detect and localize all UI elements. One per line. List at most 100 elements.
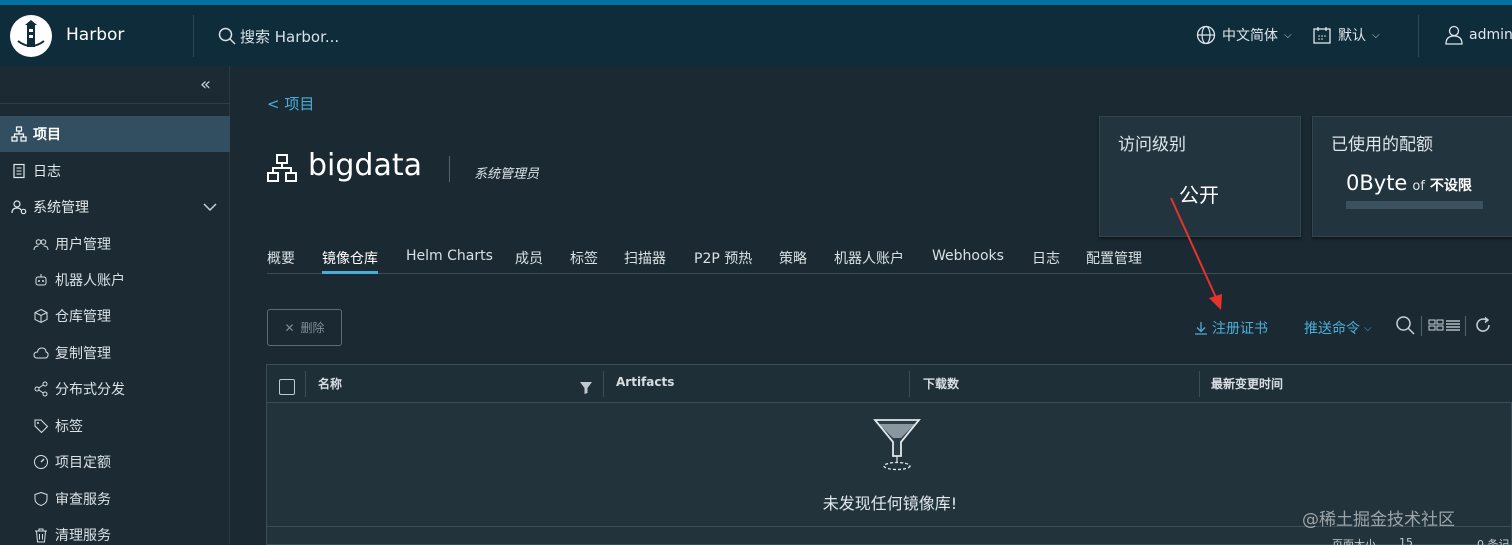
access-level-label: 访问级别 [1118,135,1186,155]
tab-labels[interactable]: 标签 [570,248,598,274]
column-downloads[interactable]: 下载数 [923,375,959,392]
tab-configuration[interactable]: 配置管理 [1086,248,1142,274]
quota-card: 已使用的配额 0Byte of 不设限 [1312,116,1512,237]
watermark: @稀土掘金技术社区 [1302,510,1455,530]
access-level-value: 公开 [1179,183,1219,207]
tab-helm-charts[interactable]: Helm Charts [406,248,493,274]
trash-icon [33,527,49,543]
gauge-icon [33,454,49,470]
user-menu[interactable]: admin [1445,22,1512,48]
column-divider [603,371,604,397]
sidebar-item-distribution[interactable]: 分布式分发 [0,371,230,407]
sidebar-item-project-quotas[interactable]: 项目定额 [0,444,230,480]
tag-icon [33,418,49,434]
column-divider [909,371,910,397]
sidebar-item-labels[interactable]: 标签 [0,408,230,444]
sidebar-item-label: 日志 [33,164,61,180]
refresh-icon[interactable] [1473,315,1493,339]
register-certificate-label: 注册证书 [1212,321,1268,337]
title-divider [449,156,450,182]
column-name[interactable]: 名称 [318,375,342,392]
delete-button[interactable]: ✕ 删除 [267,309,342,346]
box-icon [33,308,49,324]
tab-repositories[interactable]: 镜像仓库 [322,248,378,274]
select-all-checkbox[interactable] [279,379,295,395]
collapse-sidebar-icon[interactable]: « [200,74,211,95]
sidebar-item-label: 清理服务 [55,528,111,544]
empty-funnel-icon [873,418,921,478]
quota-value: 0Byte of 不设限 [1346,171,1472,195]
table-header: 名称 Artifacts 下载数 最新变更时间 [267,365,1512,403]
sidebar-item-interrogation[interactable]: 审查服务 [0,481,230,517]
chevron-down-icon: ⌵ [1284,29,1292,41]
quota-label: 已使用的配额 [1331,135,1433,155]
column-divider [305,371,306,397]
sidebar-item-label: 项目定额 [55,455,111,471]
filter-icon[interactable] [580,379,592,398]
tab-policy[interactable]: 策略 [779,248,807,274]
sidebar-item-projects[interactable]: 项目 [0,116,230,152]
brand-name[interactable]: Harbor [66,25,124,45]
list-view-icon[interactable] [1445,315,1461,339]
chevron-down-icon [202,199,218,219]
header-divider [193,15,194,57]
tab-robot-accounts[interactable]: 机器人账户 [834,248,904,274]
tab-p2p-preheat[interactable]: P2P 预热 [694,248,752,274]
main-content: < 项目 bigdata 系统管理员 访问级别 公开 已使用的配额 0Byte … [231,66,1512,545]
tab-logs[interactable]: 日志 [1032,248,1060,274]
sidebar: « 项目 日志 系统管理 用户管理 机器人账户 仓库管理 复制管理 分布式分发 … [0,66,230,545]
sidebar-item-cleanup[interactable]: 清理服务 [0,517,230,545]
log-icon [11,163,27,179]
language-selector[interactable]: 中文简体 ⌵ [1196,22,1292,48]
search-icon[interactable] [1395,315,1415,339]
tab-summary[interactable]: 概要 [267,248,295,274]
register-certificate-button[interactable]: 注册证书 [1194,318,1268,338]
card-view-icon[interactable] [1428,315,1444,339]
header-divider [1418,15,1419,57]
calendar-icon [1313,27,1331,44]
sidebar-item-label: 审查服务 [55,492,111,508]
sidebar-item-admin[interactable]: 系统管理 [0,189,230,225]
tab-webhooks[interactable]: Webhooks [932,248,1004,274]
global-search[interactable]: 搜索 Harbor... [218,24,339,48]
access-level-card: 访问级别 公开 [1099,116,1301,237]
theme-label: 默认 [1338,28,1366,44]
column-last-modified[interactable]: 最新变更时间 [1211,375,1283,392]
sidebar-item-label: 系统管理 [33,200,89,216]
sidebar-item-label: 项目 [33,127,61,143]
search-placeholder: 搜索 Harbor... [240,27,340,46]
chevron-down-icon: ⌵ [1372,29,1380,41]
theme-selector[interactable]: 默认 ⌵ [1312,22,1380,48]
shield-icon [33,491,49,507]
sidebar-item-label: 用户管理 [55,237,111,253]
globe-icon [1196,25,1216,45]
delete-label: 删除 [300,321,325,335]
tab-members[interactable]: 成员 [515,248,543,274]
user-name: admin [1469,27,1512,43]
sidebar-item-robot-accounts[interactable]: 机器人账户 [0,262,230,298]
column-divider [1199,371,1200,397]
column-artifacts[interactable]: Artifacts [616,375,674,389]
harbor-logo-icon[interactable] [10,15,52,57]
sidebar-item-user-management[interactable]: 用户管理 [0,226,230,262]
project-title: bigdata [308,148,422,183]
project-icon [11,126,27,142]
toolbar-divider [1421,316,1422,336]
project-role: 系统管理员 [474,167,540,182]
quota-limit: 不设限 [1429,178,1472,194]
page-size-select[interactable]: 15 [1399,536,1413,545]
sidebar-item-label: 复制管理 [55,346,111,362]
sidebar-item-replication[interactable]: 复制管理 [0,335,230,371]
sidebar-item-registries[interactable]: 仓库管理 [0,298,230,334]
sidebar-divider [0,103,230,104]
sidebar-item-label: 机器人账户 [55,273,125,289]
tab-scanner[interactable]: 扫描器 [624,248,666,274]
download-icon [1195,322,1207,335]
search-icon [218,27,236,45]
quota-progress-bar [1346,201,1483,209]
record-count: 0 条记录 [1477,538,1510,545]
sidebar-item-logs[interactable]: 日志 [0,153,230,189]
back-to-projects-link[interactable]: < 项目 [267,93,314,114]
push-command-dropdown[interactable]: 推送命令 ⌵ [1304,318,1372,338]
admin-icon [11,199,27,215]
